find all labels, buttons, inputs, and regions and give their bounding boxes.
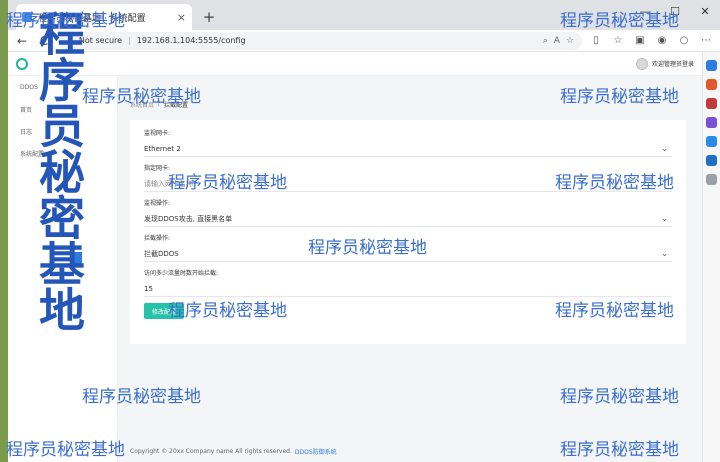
- extensions-icon[interactable]: ◉: [654, 33, 670, 49]
- favorite-star-icon[interactable]: ☆: [566, 36, 574, 46]
- chevron-down-icon[interactable]: ⌄: [661, 249, 668, 258]
- breadcrumb-current: 拦截配置: [164, 102, 189, 109]
- edge-sidebar: [702, 52, 720, 462]
- sidebar-item-logs[interactable]: 日志: [8, 120, 117, 142]
- security-label[interactable]: Not secure: [79, 36, 122, 45]
- threshold-label: 访问多少流量时数开始拦截:: [144, 270, 219, 277]
- tools-icon[interactable]: [706, 98, 717, 109]
- profile-icon[interactable]: ○: [676, 33, 692, 49]
- threshold-input[interactable]: 15: [144, 281, 672, 297]
- breadcrumb-separator: /: [158, 100, 161, 107]
- web-page: P 欢迎管理员登录 DDOS 首页 日志 系统配置 系统首页 / 拦截配置 监视…: [8, 52, 702, 462]
- close-tab-icon[interactable]: ×: [177, 11, 186, 24]
- sidebar-item-ddos[interactable]: DDOS: [8, 76, 117, 98]
- office-icon[interactable]: [706, 136, 717, 147]
- block-action-label: 拦截操作:: [144, 235, 171, 242]
- sidebar-item-config[interactable]: 系统配置: [8, 142, 117, 164]
- search-icon[interactable]: [706, 60, 717, 71]
- more-menu-icon[interactable]: ⋯: [698, 33, 714, 49]
- outlook-icon[interactable]: [706, 155, 717, 166]
- nic-field: 监视网卡: Ethernet 2 ⌄: [144, 128, 672, 157]
- sidebar-active-indicator: [70, 252, 82, 264]
- page-footer: Copyright © 20xx Company name All rights…: [118, 447, 702, 456]
- footer-link[interactable]: DDOS防御系统: [295, 447, 337, 456]
- zoom-icon[interactable]: ⌕: [543, 36, 548, 46]
- submit-config-button[interactable]: 修改配置: [144, 303, 184, 319]
- favorites-icon[interactable]: ☆: [610, 33, 626, 49]
- avatar[interactable]: [635, 57, 648, 70]
- warning-icon[interactable]: ▲: [66, 36, 73, 46]
- custom-nic-field: 指定网卡: 请输入网卡名称: [144, 163, 672, 192]
- browser-tab[interactable]: 程序员秘密基地 · 系统配置 ×: [16, 4, 192, 30]
- refresh-button[interactable]: C: [36, 33, 52, 49]
- chevron-down-icon[interactable]: ⌄: [661, 214, 668, 223]
- new-tab-button[interactable]: +: [198, 6, 220, 28]
- monitor-action-value[interactable]: 发现DDOS攻击, 直接黑名单: [144, 214, 232, 224]
- maximize-button[interactable]: ☐: [660, 0, 690, 22]
- monitor-action-select[interactable]: 发现DDOS攻击, 直接黑名单 ⌄: [144, 211, 672, 227]
- block-action-value[interactable]: 拦截DDOS: [144, 249, 179, 259]
- chevron-down-icon[interactable]: ⌄: [661, 144, 668, 153]
- app-logo-icon: [16, 57, 28, 70]
- tab-strip: 程序员秘密基地 · 系统配置 × + — ☐ ✕: [8, 0, 720, 30]
- address-row: ← C ▲ Not secure | 192.168.1.104:5555/co…: [8, 30, 720, 52]
- split-screen-icon[interactable]: ▯: [588, 33, 604, 49]
- app-header: P 欢迎管理员登录: [8, 52, 702, 76]
- url-text[interactable]: 192.168.1.104:5555/config: [137, 36, 537, 45]
- nic-label: 监视网卡:: [144, 130, 171, 137]
- user-menu[interactable]: 欢迎管理员登录: [635, 57, 694, 70]
- block-action-select[interactable]: 拦截DDOS ⌄: [144, 246, 672, 262]
- add-icon[interactable]: [706, 174, 717, 185]
- collections-icon[interactable]: ▣: [632, 33, 648, 49]
- sidebar: DDOS 首页 日志 系统配置: [8, 76, 118, 462]
- breadcrumb-home[interactable]: 系统首页: [130, 100, 154, 109]
- block-action-field: 拦截操作: 拦截DDOS ⌄: [144, 233, 672, 262]
- window-controls: — ☐ ✕: [630, 0, 720, 22]
- sidebar-item-home[interactable]: 首页: [8, 98, 117, 120]
- tab-favicon-icon: [22, 12, 32, 22]
- monitor-action-field: 监视操作: 发现DDOS攻击, 直接黑名单 ⌄: [144, 198, 672, 227]
- custom-nic-input[interactable]: 请输入网卡名称: [144, 176, 672, 192]
- games-icon[interactable]: [706, 117, 717, 128]
- shopping-icon[interactable]: [706, 79, 717, 90]
- desktop-background: [0, 0, 8, 462]
- close-window-button[interactable]: ✕: [690, 0, 720, 22]
- address-bar[interactable]: ▲ Not secure | 192.168.1.104:5555/config…: [58, 31, 582, 50]
- browser-window: 程序员秘密基地 · 系统配置 × + — ☐ ✕ ← C ▲ Not secur…: [8, 0, 720, 462]
- user-label[interactable]: 欢迎管理员登录: [652, 59, 694, 68]
- back-button[interactable]: ←: [14, 33, 30, 49]
- threshold-field: 访问多少流量时数开始拦截: 15: [144, 268, 672, 297]
- custom-nic-label: 指定网卡:: [144, 165, 171, 172]
- minimize-button[interactable]: —: [630, 0, 660, 22]
- address-separator: |: [128, 36, 131, 45]
- tab-title: 程序员秘密基地 · 系统配置: [38, 13, 146, 24]
- header-link[interactable]: P: [68, 60, 72, 68]
- breadcrumb: 系统首页 / 拦截配置: [130, 100, 188, 109]
- nic-select[interactable]: Ethernet 2 ⌄: [144, 141, 672, 157]
- read-aloud-icon[interactable]: A: [554, 36, 560, 46]
- config-form: 监视网卡: Ethernet 2 ⌄ 指定网卡: 请输入网卡名称 监视操作: 发…: [130, 120, 686, 344]
- copyright-text: Copyright © 20xx Company name All rights…: [130, 448, 292, 455]
- monitor-action-label: 监视操作:: [144, 200, 171, 207]
- nic-value[interactable]: Ethernet 2: [144, 145, 181, 153]
